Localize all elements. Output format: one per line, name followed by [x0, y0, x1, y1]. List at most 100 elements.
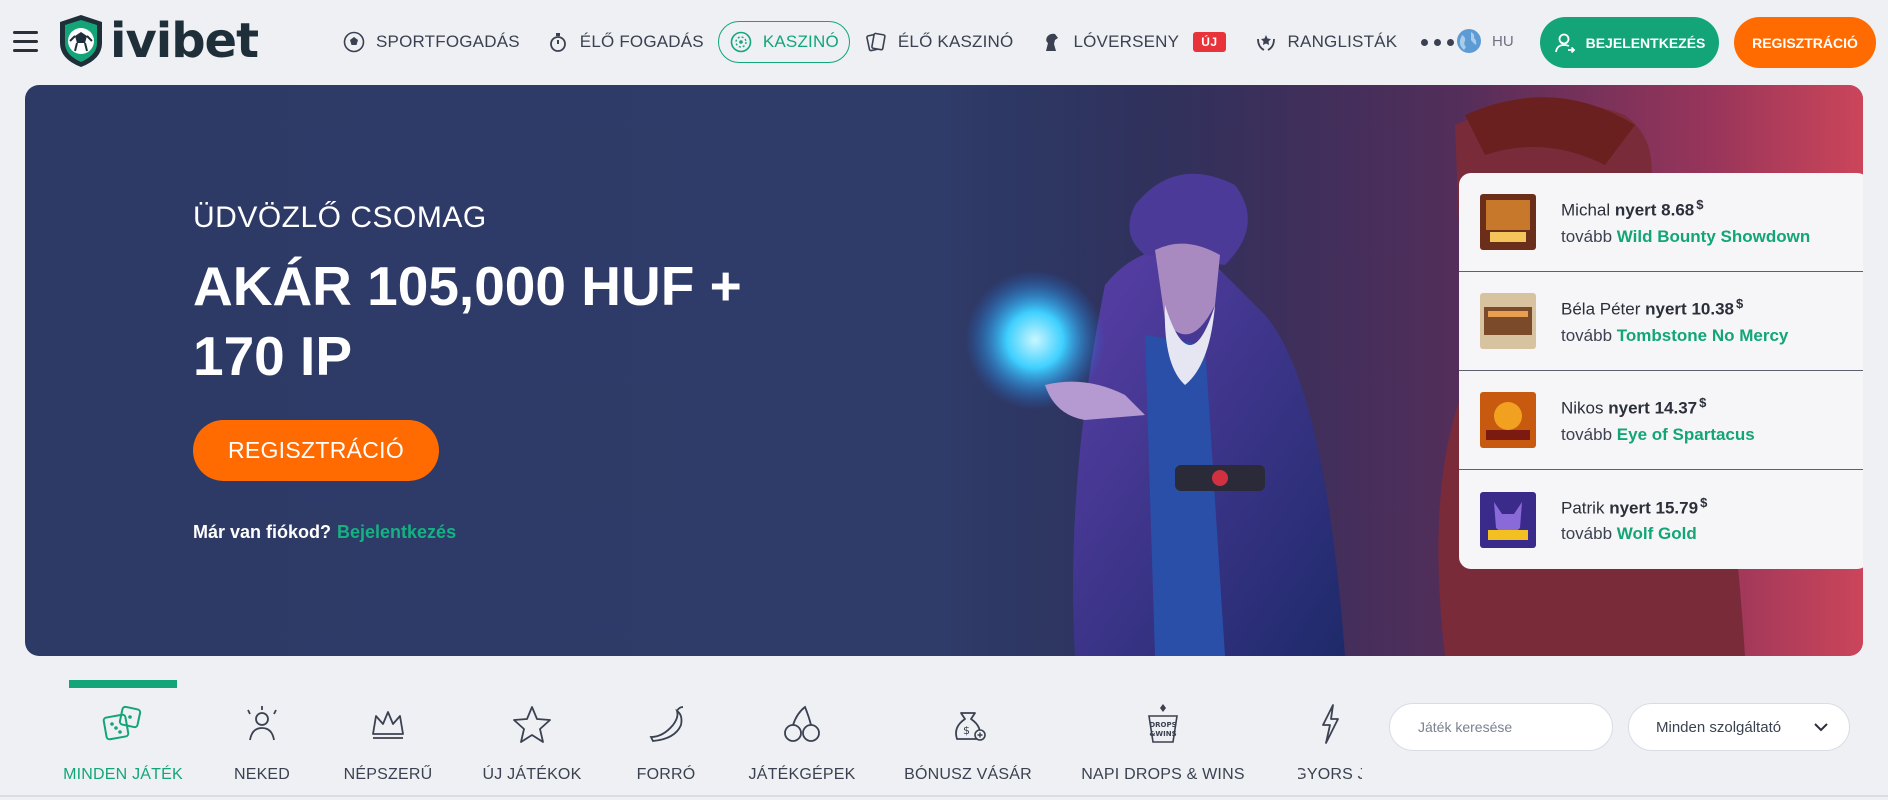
hero-banner: ÜDVÖZLŐ CSOMAG AKÁR 105,000 HUF + 170 IP… — [25, 85, 1863, 656]
chili-icon — [645, 700, 687, 748]
winner-amount: 10.38 — [1691, 299, 1734, 319]
category-neked[interactable]: NEKED — [222, 680, 302, 790]
game-search-box — [1389, 703, 1613, 751]
laurel-icon — [1254, 30, 1278, 54]
shield-ball-icon — [60, 15, 102, 67]
category-bonusz-vasar[interactable]: $ BÓNUSZ VÁSÁR — [904, 680, 1032, 790]
login-label: BEJELENTKEZÉS — [1585, 34, 1706, 51]
winner-more: tovább — [1561, 524, 1613, 544]
category-gyors[interactable]: GYORS J — [1298, 680, 1362, 790]
roulette-icon — [729, 30, 753, 54]
money-bag-icon: $ — [947, 700, 989, 748]
game-thumbnail — [1480, 392, 1536, 448]
star-icon — [511, 700, 553, 748]
category-label: MINDEN JÁTÉK — [63, 766, 183, 783]
winner-currency: $ — [1699, 395, 1707, 411]
nav-ranglistak[interactable]: RANGLISTÁK — [1242, 21, 1410, 63]
category-nepszeru[interactable]: NÉPSZERŰ — [338, 680, 438, 790]
winner-item[interactable]: Patrik nyert 15.79 $ tovább Wolf Gold — [1459, 470, 1863, 569]
nav-kaszino[interactable]: KASZINÓ — [717, 21, 850, 63]
nav-loverseny[interactable]: LÓVERSENY — [1027, 21, 1191, 63]
winner-won: nyert — [1645, 299, 1687, 319]
winner-more: tovább — [1561, 424, 1613, 444]
nav-label: SPORTFOGADÁS — [376, 32, 520, 51]
svg-text:&WINS: &WINS — [1149, 730, 1176, 738]
winner-more: tovább — [1561, 226, 1613, 246]
category-label: FORRÓ — [636, 766, 696, 783]
winner-game-link[interactable]: Wolf Gold — [1617, 524, 1697, 543]
hero-title-line1: AKÁR 105,000 HUF + — [193, 255, 742, 317]
winner-won: nyert — [1614, 200, 1657, 220]
category-uj-jatekok[interactable]: ÚJ JÁTÉKOK — [482, 680, 582, 790]
recent-winners-panel: Michal nyert 8.68 $ tovább Wild Bounty Sh… — [1459, 173, 1863, 569]
logo-text: ivibet — [110, 13, 259, 69]
top-header: ivibet SPORTFOGADÁS ÉLŐ FOGADÁS KASZINÓ … — [0, 0, 1888, 84]
cards-icon — [864, 30, 888, 54]
winner-game-link[interactable]: Eye of Spartacus — [1617, 425, 1755, 444]
chevron-down-icon — [1814, 723, 1828, 732]
category-label: ÚJ JÁTÉKOK — [482, 766, 582, 783]
hero-login-link[interactable]: Bejelentkezés — [337, 522, 456, 542]
have-account-label: Már van fiókod? — [193, 522, 332, 542]
winner-item[interactable]: Michal nyert 8.68 $ tovább Wild Bounty Sh… — [1459, 173, 1863, 272]
drops-wins-icon: DROPS &WINS — [1143, 700, 1183, 748]
winner-name: Nikos — [1561, 398, 1604, 418]
user-star-icon — [242, 700, 282, 748]
logo[interactable]: ivibet — [56, 12, 259, 70]
winner-item[interactable]: Nikos nyert 14.37 $ tovább Eye of Spartac… — [1459, 371, 1863, 470]
category-label: JÁTÉKGÉPEK — [748, 766, 856, 783]
stopwatch-icon — [546, 30, 570, 54]
category-label: NÉPSZERŰ — [343, 766, 433, 783]
nav-elo-fogadas[interactable]: ÉLŐ FOGADÁS — [534, 21, 716, 63]
winner-name: Patrik — [1561, 498, 1605, 518]
winner-more: tovább — [1561, 325, 1613, 345]
category-napi-drops-wins[interactable]: DROPS &WINS NAPI DROPS & WINS — [1081, 680, 1245, 790]
winner-currency: $ — [1735, 296, 1744, 312]
soccer-ball-icon — [342, 30, 366, 54]
nav-sportfogadas[interactable]: SPORTFOGADÁS — [330, 21, 532, 63]
svg-text:$: $ — [963, 724, 970, 737]
winner-amount: 8.68 — [1661, 200, 1695, 220]
category-minden-jatek[interactable]: MINDEN JÁTÉK — [63, 680, 183, 790]
login-button[interactable]: BEJELENTKEZÉS — [1540, 17, 1719, 68]
nav-label: LÓVERSENY — [1073, 32, 1180, 51]
provider-selected-label: Minden szolgáltató — [1656, 718, 1782, 736]
nav-elo-kaszino[interactable]: ÉLŐ KASZINÓ — [852, 21, 1026, 63]
globe-icon — [1457, 29, 1481, 53]
winner-currency: $ — [1696, 197, 1704, 213]
main-nav: SPORTFOGADÁS ÉLŐ FOGADÁS KASZINÓ ÉLŐ KAS… — [330, 20, 1456, 64]
crown-icon — [368, 700, 408, 748]
category-label: GYORS J — [1298, 766, 1362, 783]
game-thumbnail — [1480, 194, 1536, 250]
winner-name: Michal — [1561, 200, 1611, 220]
nav-label: KASZINÓ — [762, 32, 839, 51]
hamburger-menu-icon[interactable] — [13, 31, 38, 52]
language-selector[interactable]: HU — [1456, 28, 1514, 54]
lightning-icon — [1315, 700, 1345, 748]
nav-label: ÉLŐ FOGADÁS — [579, 32, 704, 51]
category-label: BÓNUSZ VÁSÁR — [904, 766, 1032, 783]
game-search-input[interactable] — [1418, 719, 1599, 735]
dice-icon — [101, 700, 145, 748]
nav-label: RANGLISTÁK — [1287, 32, 1398, 51]
horse-icon — [1039, 30, 1063, 54]
divider — [0, 795, 1888, 797]
winner-name: Béla Péter — [1561, 299, 1641, 319]
register-button[interactable]: REGISZTRÁCIÓ — [1734, 17, 1876, 68]
game-thumbnail — [1480, 293, 1536, 349]
provider-select[interactable]: Minden szolgáltató — [1628, 703, 1850, 751]
category-label: NEKED — [233, 766, 291, 783]
language-label: HU — [1492, 32, 1514, 50]
winner-game-link[interactable]: Tombstone No Mercy — [1617, 326, 1789, 345]
winner-won: nyert — [1608, 398, 1650, 418]
category-label: NAPI DROPS & WINS — [1081, 766, 1245, 783]
category-forro[interactable]: FORRÓ — [626, 680, 706, 790]
category-jatekgepek[interactable]: JÁTÉKGÉPEK — [748, 680, 856, 790]
hero-register-button[interactable]: REGISZTRÁCIÓ — [193, 420, 439, 481]
winner-item[interactable]: Béla Péter nyert 10.38 $ tovább Tombstone… — [1459, 272, 1863, 371]
winner-game-link[interactable]: Wild Bounty Showdown — [1617, 227, 1810, 246]
more-menu-icon[interactable] — [1419, 33, 1456, 52]
have-account-text: Már van fiókod? Bejelentkezés — [193, 522, 456, 543]
winner-amount: 14.37 — [1654, 398, 1698, 418]
winner-currency: $ — [1700, 494, 1708, 510]
